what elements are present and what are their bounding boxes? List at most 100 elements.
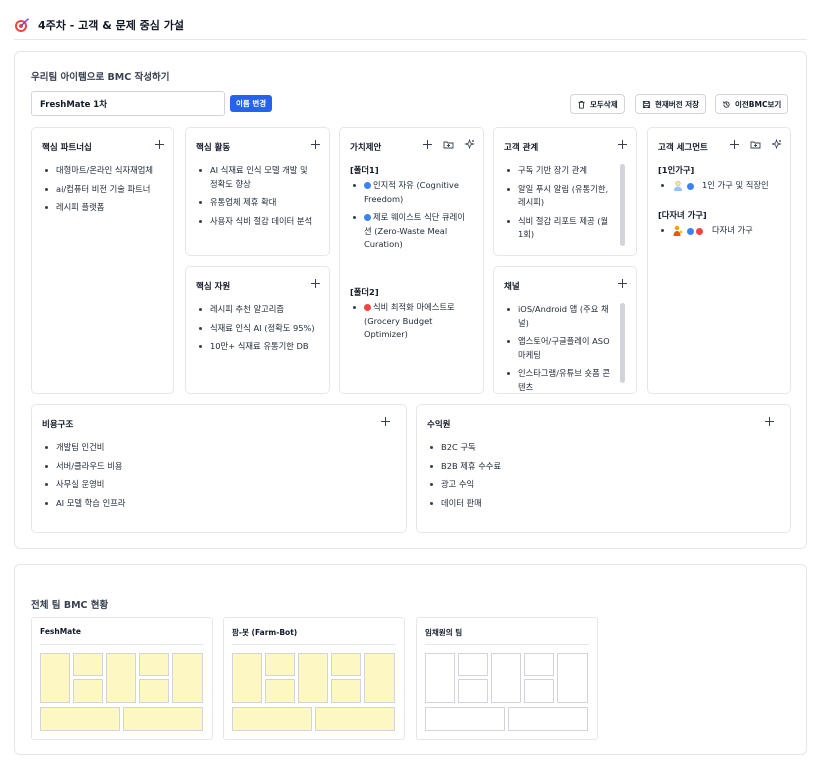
list-item: iOS/Android 앱 (주요 채널) bbox=[507, 303, 614, 330]
list-item: 인스타그램/유튜브 숏폼 콘텐츠 bbox=[507, 367, 614, 394]
previous-bmc-label: 이전BMC보기 bbox=[735, 99, 782, 109]
person-icon bbox=[672, 180, 684, 197]
previous-bmc-button[interactable]: 이전BMC보기 bbox=[715, 94, 789, 114]
card-title: 비용구조 bbox=[42, 420, 74, 430]
target-icon bbox=[14, 17, 30, 33]
list-item: 사용자 식비 절감 데이터 분석 bbox=[199, 215, 315, 229]
red-dot-icon bbox=[364, 303, 371, 311]
plus-icon[interactable] bbox=[380, 416, 391, 427]
team-bmc-card[interactable]: FeshMate bbox=[31, 617, 213, 740]
list-item: 10만+ 식재료 유통기한 DB bbox=[199, 340, 315, 354]
save-version-button[interactable]: 현재버전 저장 bbox=[635, 94, 707, 114]
bmc-name-input[interactable] bbox=[31, 91, 225, 116]
list-item: 제로 웨이스트 식단 큐레이션 (Zero-Waste Meal Curatio… bbox=[353, 211, 469, 252]
bmc-thumbnail-cell bbox=[265, 653, 295, 676]
bmc-editor-panel: 우리팀 아이템으로 BMC 작성하기 이름 변경 모두삭제 현재버전 저장 이전… bbox=[14, 51, 807, 549]
plus-icon[interactable] bbox=[310, 139, 321, 150]
card-channels: 채널 iOS/Android 앱 (주요 채널) 앱스토어/구글플레이 ASO … bbox=[493, 266, 637, 394]
plus-icon[interactable] bbox=[617, 278, 628, 289]
plus-icon[interactable] bbox=[154, 139, 165, 150]
list-item: 다자녀 가구 bbox=[661, 224, 776, 238]
bmc-thumbnail-cell bbox=[331, 653, 361, 676]
sparkle-icon[interactable] bbox=[771, 138, 782, 150]
list-item: 알일 푸시 알림 (유통기한, 레시피) bbox=[507, 183, 614, 210]
blue-dot-icon bbox=[364, 213, 371, 221]
plus-icon[interactable] bbox=[729, 139, 740, 150]
card-key-resources: 핵심 자원 레시피 추천 알고리즘 식재료 인식 AI (정확도 95%) 10… bbox=[185, 266, 330, 394]
team-name: 팜-봇 (Farm-Bot) bbox=[232, 628, 298, 637]
bmc-thumbnail-cell bbox=[123, 707, 203, 731]
list-item: 개발팀 인건비 bbox=[45, 441, 392, 455]
plus-icon[interactable] bbox=[422, 139, 433, 150]
bmc-thumbnail-cell bbox=[106, 653, 136, 703]
bmc-thumbnail-cell bbox=[265, 679, 295, 703]
bmc-thumbnail-cell bbox=[298, 653, 328, 703]
bmc-thumbnail-cell bbox=[364, 653, 395, 703]
family-icon bbox=[672, 225, 684, 242]
blue-dot-icon bbox=[687, 228, 694, 235]
save-version-label: 현재버전 저장 bbox=[655, 99, 700, 109]
bmc-thumbnail-cell bbox=[40, 653, 70, 703]
segment-group-label: [다자녀 가구] bbox=[658, 210, 707, 220]
scrollbar[interactable] bbox=[620, 303, 625, 383]
bmc-thumbnail-cell bbox=[425, 707, 505, 731]
list-item: AI 식재료 인식 모델 개발 및 정확도 향상 bbox=[199, 164, 315, 191]
team-bmc-card[interactable]: 팜-봇 (Farm-Bot) bbox=[223, 617, 405, 740]
overview-section-title: 전체 팀 BMC 현황 bbox=[31, 600, 109, 611]
plus-icon[interactable] bbox=[617, 139, 628, 150]
rename-button[interactable]: 이름 변경 bbox=[230, 95, 273, 112]
card-revenue-streams: 수익원 B2C 구독 B2B 제휴 수수료 광고 수익 데이터 판매 bbox=[416, 404, 791, 533]
bmc-thumbnail-cell bbox=[139, 679, 169, 703]
plus-icon[interactable] bbox=[310, 278, 321, 289]
list-item: B2B 제휴 수수료 bbox=[430, 460, 776, 474]
bmc-thumbnail-cell bbox=[73, 653, 103, 676]
bmc-thumbnail-cell bbox=[524, 679, 554, 703]
sparkle-icon[interactable] bbox=[464, 138, 475, 150]
list-item: 구독 기반 장기 관계 bbox=[507, 164, 614, 178]
card-title: 핵심 자원 bbox=[196, 282, 231, 292]
folder-plus-icon[interactable] bbox=[443, 139, 454, 150]
card-key-partners: 핵심 파트너십 대형마트/온라인 식자재업체 ai/컴퓨터 비전 기술 파트너 … bbox=[31, 127, 174, 394]
plus-icon[interactable] bbox=[764, 416, 775, 427]
list-item: 광고 수익 bbox=[430, 478, 776, 492]
card-customer-segments: 고객 세그먼트 [1인가구] 1인 가구 및 직장인 [다자녀 가구] 다자녀 … bbox=[647, 127, 791, 394]
list-item: 앱스토어/구글플레이 ASO 마케팅 bbox=[507, 335, 614, 362]
list-item: 사무실 운영비 bbox=[45, 478, 392, 492]
folder-plus-icon[interactable] bbox=[750, 139, 761, 150]
save-icon bbox=[642, 100, 651, 108]
team-name: 임채원의 팀 bbox=[425, 628, 463, 637]
list-item: 레시피 플랫폼 bbox=[45, 201, 159, 215]
blue-dot-icon bbox=[687, 183, 694, 190]
scrollbar[interactable] bbox=[620, 164, 625, 246]
list-item: 식비 최적화 마에스트로 (Grocery Budget Optimizer) bbox=[353, 301, 469, 342]
red-dot-icon bbox=[696, 228, 703, 235]
list-item: 식재료 인식 AI (정확도 95%) bbox=[199, 322, 315, 336]
team-bmc-overview-panel: 전체 팀 BMC 현황 FeshMate 팜-봇 (Farm-Bot) 임채원의… bbox=[14, 564, 807, 755]
trash-icon bbox=[578, 100, 585, 109]
page-title: 4주차 - 고객 & 문제 중심 가설 bbox=[38, 18, 184, 32]
history-icon bbox=[723, 100, 730, 108]
card-key-activities: 핵심 활동 AI 식재료 인식 모델 개발 및 정확도 향상 유통업체 제휴 확… bbox=[185, 127, 330, 256]
list-item: 유통업체 제휴 확대 bbox=[199, 196, 315, 210]
card-title: 채널 bbox=[504, 282, 520, 292]
card-cost-structure: 비용구조 개발팀 인건비 서버/클라우드 비용 사무실 운영비 AI 모델 학습… bbox=[31, 404, 407, 533]
folder-label: [폴더1] bbox=[350, 165, 379, 175]
delete-all-button[interactable]: 모두삭제 bbox=[570, 94, 625, 114]
segment-group-label: [1인가구] bbox=[658, 165, 695, 175]
bmc-thumbnail-cell bbox=[508, 707, 588, 731]
bmc-thumbnail-cell bbox=[172, 653, 203, 703]
delete-all-label: 모두삭제 bbox=[590, 99, 618, 109]
folder-label: [폴더2] bbox=[350, 287, 379, 297]
team-bmc-card[interactable]: 임채원의 팀 bbox=[416, 617, 598, 740]
card-title: 고객 관계 bbox=[504, 143, 539, 153]
card-title: 핵심 파트너십 bbox=[42, 143, 92, 153]
list-item: 대형마트/온라인 식자재업체 bbox=[45, 164, 159, 178]
list-item: ai/컴퓨터 비전 기술 파트너 bbox=[45, 183, 159, 197]
bmc-thumbnail-cell bbox=[425, 653, 455, 703]
bmc-thumbnail-cell bbox=[524, 653, 554, 676]
bmc-thumbnail-cell bbox=[232, 707, 312, 731]
card-value-proposition: 가치제안 [폴더1] 인지적 자유 (Cognitive Freedom) 제로… bbox=[339, 127, 484, 394]
bmc-thumbnail-cell bbox=[458, 653, 488, 676]
list-item: 서버/클라우드 비용 bbox=[45, 460, 392, 474]
list-item: 레시피 추천 알고리즘 bbox=[199, 303, 315, 317]
